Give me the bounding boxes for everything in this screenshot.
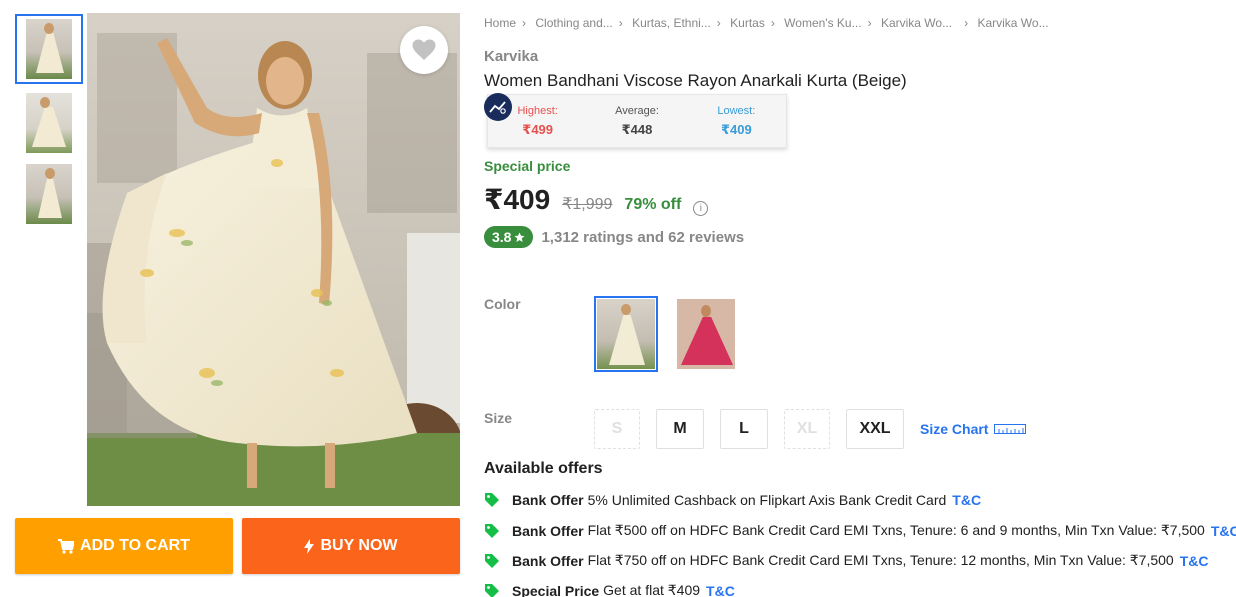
star-icon (514, 231, 526, 242)
color-option-pink[interactable] (674, 296, 738, 372)
offer-type: Bank Offer (512, 552, 584, 569)
add-to-cart-button[interactable]: ADD TO CART (15, 518, 233, 574)
color-swatch-image (677, 299, 735, 369)
breadcrumb-separator: › (618, 16, 623, 30)
breadcrumb-separator: › (522, 16, 527, 30)
thumbnail-list (15, 14, 83, 230)
offer-item: Bank Offer Flat ₹500 off on HDFC Bank Cr… (484, 522, 1236, 539)
breadcrumb-separator: › (716, 16, 721, 30)
breadcrumb-separator: › (964, 16, 969, 30)
discount-percent: 79% off (624, 196, 682, 213)
price-trend-icon (489, 101, 506, 114)
offer-type: Bank Offer (512, 522, 584, 539)
available-offers-title: Available offers (484, 460, 603, 477)
size-option-l[interactable]: L (720, 409, 768, 449)
breadcrumb: Home › Clothing and... › Kurtas, Ethni... ›… (484, 16, 1049, 30)
breadcrumb-item[interactable]: Karvika Wo... (881, 16, 952, 30)
average-price-label: Average: (615, 105, 659, 117)
add-to-cart-label: ADD TO CART (80, 537, 190, 554)
price-history-panel: Highest: ₹499 Average: ₹448 Lowest: ₹409 (487, 94, 787, 148)
product-main-image[interactable] (87, 13, 460, 506)
rating-row: 3.8 1,312 ratings and 62 reviews (484, 226, 744, 248)
wishlist-button[interactable] (400, 26, 448, 74)
size-chart-label: Size Chart (920, 421, 989, 437)
buy-now-label: BUY NOW (320, 537, 398, 554)
selling-price: ₹409 (484, 184, 551, 215)
price-history-badge[interactable] (484, 93, 512, 121)
rating-value: 3.8 (492, 229, 512, 245)
offer-terms-link[interactable]: T&C (1180, 553, 1209, 569)
offer-text: 5% Unlimited Cashback on Flipkart Axis B… (587, 492, 947, 508)
color-option-beige[interactable] (594, 296, 658, 372)
lowest-price: Lowest: ₹409 (687, 95, 786, 147)
lightning-icon (304, 538, 315, 554)
rating-badge[interactable]: 3.8 (484, 226, 534, 248)
offer-text: Flat ₹500 off on HDFC Bank Credit Card E… (587, 522, 1205, 538)
size-option-xl[interactable]: XL (784, 409, 830, 449)
original-price: ₹1,999 (562, 196, 613, 213)
offer-tag-icon (484, 492, 502, 508)
offer-tag-icon (484, 583, 502, 597)
offer-item: Special Price Get at flat ₹409 T&C (484, 582, 735, 597)
offer-terms-link[interactable]: T&C (706, 583, 735, 597)
offer-type: Special Price (512, 582, 600, 597)
offer-item: Bank Offer Flat ₹750 off on HDFC Bank Cr… (484, 552, 1209, 569)
average-price: Average: ₹448 (587, 95, 686, 147)
breadcrumb-item[interactable]: Kurtas (730, 16, 765, 30)
highest-price-value: ₹499 (522, 122, 554, 137)
breadcrumb-separator: › (770, 16, 775, 30)
offer-terms-link[interactable]: T&C (1211, 523, 1236, 539)
breadcrumb-item-current: Karvika Wo... (977, 16, 1049, 30)
ratings-reviews-count[interactable]: 1,312 ratings and 62 reviews (541, 229, 744, 246)
price-row: ₹409 ₹1,999 79% off i (484, 183, 709, 216)
product-photo (87, 13, 460, 506)
size-option-xxl[interactable]: XXL (846, 409, 904, 449)
info-icon[interactable]: i (693, 201, 709, 216)
offer-text: Get at flat ₹409 (603, 582, 701, 597)
color-label: Color (484, 296, 521, 312)
ruler-icon (994, 424, 1027, 434)
offer-item: Bank Offer 5% Unlimited Cashback on Flip… (484, 492, 981, 508)
offer-tag-icon (484, 523, 502, 539)
breadcrumb-item[interactable]: Clothing and... (535, 16, 612, 30)
average-price-value: ₹448 (621, 122, 653, 137)
cart-icon (58, 538, 75, 554)
breadcrumb-item[interactable]: Home (484, 16, 516, 30)
thumbnail-1[interactable] (15, 14, 83, 84)
size-label: Size (484, 410, 513, 426)
brand-name: Karvika (484, 48, 539, 65)
size-chart-link[interactable]: Size Chart (920, 421, 1027, 437)
breadcrumb-item[interactable]: Women's Ku... (784, 16, 861, 30)
heart-icon (412, 39, 436, 60)
breadcrumb-item[interactable]: Kurtas, Ethni... (632, 16, 711, 30)
thumbnail-image (26, 19, 72, 79)
breadcrumb-separator: › (867, 16, 872, 30)
offer-text: Flat ₹750 off on HDFC Bank Credit Card E… (587, 552, 1174, 568)
special-price-label: Special price (484, 158, 571, 174)
lowest-price-label: Lowest: (717, 105, 756, 117)
thumbnail-image (26, 93, 72, 153)
thumbnail-2[interactable] (15, 88, 83, 158)
buy-now-button[interactable]: BUY NOW (242, 518, 460, 574)
offer-type: Bank Offer (512, 492, 584, 508)
product-title: Women Bandhani Viscose Rayon Anarkali Ku… (484, 71, 907, 90)
color-swatch-image (597, 299, 655, 369)
lowest-price-value: ₹409 (720, 122, 752, 137)
size-option-m[interactable]: M (656, 409, 704, 449)
thumbnail-3[interactable] (15, 159, 83, 229)
offer-tag-icon (484, 553, 502, 569)
size-option-s[interactable]: S (594, 409, 640, 449)
offer-terms-link[interactable]: T&C (952, 492, 981, 508)
thumbnail-image (26, 164, 72, 224)
